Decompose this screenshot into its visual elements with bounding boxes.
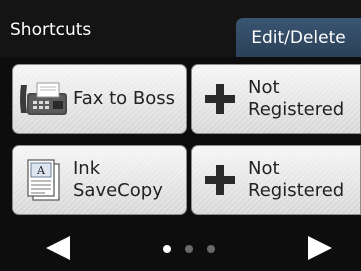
shortcut-tile-not-registered[interactable]: Not Registered — [191, 64, 361, 134]
shortcut-tile-not-registered[interactable]: Not Registered — [191, 145, 361, 215]
triangle-right-icon[interactable] — [308, 236, 332, 260]
tile-label: Not Registered — [248, 77, 345, 120]
page-indicator-dot — [207, 245, 215, 253]
page-title: Shortcuts — [10, 20, 92, 40]
tile-label: Ink SaveCopy — [73, 158, 163, 201]
edit-delete-button[interactable]: Edit/Delete — [236, 18, 361, 57]
fax-machine-icon — [13, 64, 73, 134]
shortcut-tile-fax-to-boss[interactable]: Fax to Boss — [12, 64, 187, 134]
plus-icon — [192, 145, 248, 215]
plus-icon — [192, 64, 248, 134]
tile-label: Not Registered — [248, 158, 345, 201]
shortcut-tile-ink-savecopy[interactable]: A Ink SaveCopy — [12, 145, 187, 215]
svg-text:A: A — [36, 164, 46, 177]
tile-label: Fax to Boss — [73, 88, 176, 109]
page-indicator-dot — [185, 245, 193, 253]
page-indicator-dot — [163, 245, 171, 253]
page-navigation — [0, 225, 361, 271]
ink-save-document-icon: A — [13, 145, 73, 215]
triangle-left-icon[interactable] — [46, 236, 70, 260]
